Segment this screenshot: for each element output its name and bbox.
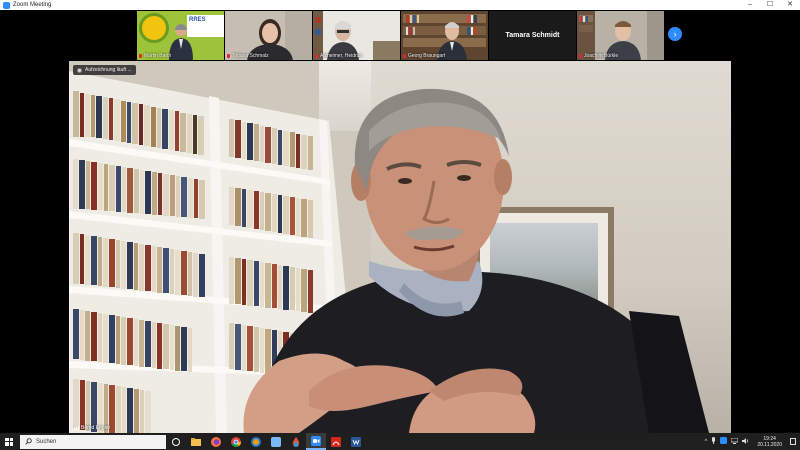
mic-muted-icon bbox=[403, 54, 406, 58]
mic-muted-icon bbox=[227, 54, 230, 58]
signal-strength-icon bbox=[72, 426, 79, 430]
acrobat-icon bbox=[331, 436, 341, 447]
search-icon bbox=[25, 438, 32, 445]
mic-muted-icon bbox=[579, 54, 582, 58]
zoom-icon bbox=[311, 435, 321, 446]
speaker-name-label: Bernd Engler bbox=[72, 425, 110, 431]
taskbar-app-drop[interactable] bbox=[286, 433, 306, 450]
taskbar-app-zoom-alt[interactable] bbox=[266, 433, 286, 450]
drop-icon bbox=[292, 436, 300, 447]
next-page-button[interactable]: › bbox=[668, 27, 682, 41]
participant-tile[interactable]: Joachim Bürkle bbox=[577, 11, 664, 60]
chrome-icon bbox=[231, 436, 241, 447]
speaker-figure bbox=[243, 88, 709, 433]
participant-tile[interactable]: Tamara Schmidt bbox=[489, 11, 576, 60]
zoom-app-icon bbox=[3, 1, 10, 9]
clock-date: 20.11.2020 bbox=[757, 441, 782, 448]
owl-logo bbox=[139, 13, 169, 43]
main-speaker-video[interactable]: Aufzeichnung läuft ... Bernd Engler bbox=[69, 61, 731, 433]
system-tray: ^ 19:24 20.11.2020 bbox=[705, 433, 800, 450]
task-view-button[interactable] bbox=[166, 433, 186, 450]
record-icon bbox=[77, 67, 82, 73]
volume-icon[interactable] bbox=[742, 437, 749, 446]
participant-video bbox=[169, 24, 193, 60]
close-button[interactable]: ✕ bbox=[780, 0, 800, 10]
maximize-button[interactable]: ☐ bbox=[760, 0, 780, 10]
window-title: Zoom Meeting bbox=[13, 2, 52, 8]
participant-name: Alzheimer, Heidrun bbox=[315, 53, 362, 59]
minimize-button[interactable]: – bbox=[740, 0, 760, 10]
folder-icon bbox=[191, 437, 201, 446]
taskbar-app-acrobat[interactable] bbox=[326, 433, 346, 450]
participant-name: Joachim Bürkle bbox=[579, 53, 618, 59]
start-button[interactable] bbox=[0, 433, 18, 450]
participant-tile[interactable]: RRES Martin Barth bbox=[137, 11, 224, 60]
windows-icon bbox=[5, 437, 13, 446]
participant-name: Tatjana Schmalz bbox=[227, 53, 269, 59]
participant-name: Tamara Schmidt bbox=[505, 32, 560, 39]
mic-muted-icon bbox=[315, 54, 318, 58]
word-icon bbox=[351, 436, 361, 447]
firefox-icon bbox=[211, 436, 221, 447]
taskbar: Suchen ^ 19:24 20.11.2020 bbox=[0, 433, 800, 450]
browser-icon bbox=[251, 436, 261, 447]
taskbar-app-chrome[interactable] bbox=[226, 433, 246, 450]
meeting-area: RRES Martin Barth Tatjana Schmalz Alzhei… bbox=[0, 10, 800, 433]
taskbar-search[interactable]: Suchen bbox=[20, 434, 166, 449]
system-clock[interactable]: 19:24 20.11.2020 bbox=[757, 436, 782, 448]
network-icon[interactable] bbox=[730, 437, 739, 446]
participant-name: Martin Barth bbox=[139, 53, 171, 59]
taskbar-app-firefox[interactable] bbox=[206, 433, 226, 450]
tray-overflow-icon[interactable]: ^ bbox=[705, 439, 708, 445]
taskbar-app-zoom[interactable] bbox=[306, 433, 326, 450]
task-view-icon bbox=[172, 437, 180, 446]
participant-tile[interactable]: Georg Braungart bbox=[401, 11, 488, 60]
mic-muted-icon bbox=[139, 54, 142, 58]
title-bar: Zoom Meeting – ☐ ✕ bbox=[0, 0, 800, 10]
app-icon bbox=[271, 436, 281, 447]
microphone-icon[interactable] bbox=[711, 437, 716, 446]
notification-center-icon[interactable] bbox=[790, 438, 796, 445]
taskbar-app-firefox-alt[interactable] bbox=[246, 433, 266, 450]
recording-indicator[interactable]: Aufzeichnung läuft ... bbox=[73, 65, 136, 75]
zoom-tray-icon[interactable] bbox=[720, 437, 728, 446]
participant-tile[interactable]: Tatjana Schmalz bbox=[225, 11, 312, 60]
participant-name: Georg Braungart bbox=[403, 53, 445, 59]
participant-tile[interactable]: Alzheimer, Heidrun bbox=[313, 11, 400, 60]
taskbar-app-word[interactable] bbox=[346, 433, 366, 450]
taskbar-app-file-explorer[interactable] bbox=[186, 433, 206, 450]
window-controls: – ☐ ✕ bbox=[740, 0, 800, 10]
participant-strip: RRES Martin Barth Tatjana Schmalz Alzhei… bbox=[137, 11, 664, 60]
